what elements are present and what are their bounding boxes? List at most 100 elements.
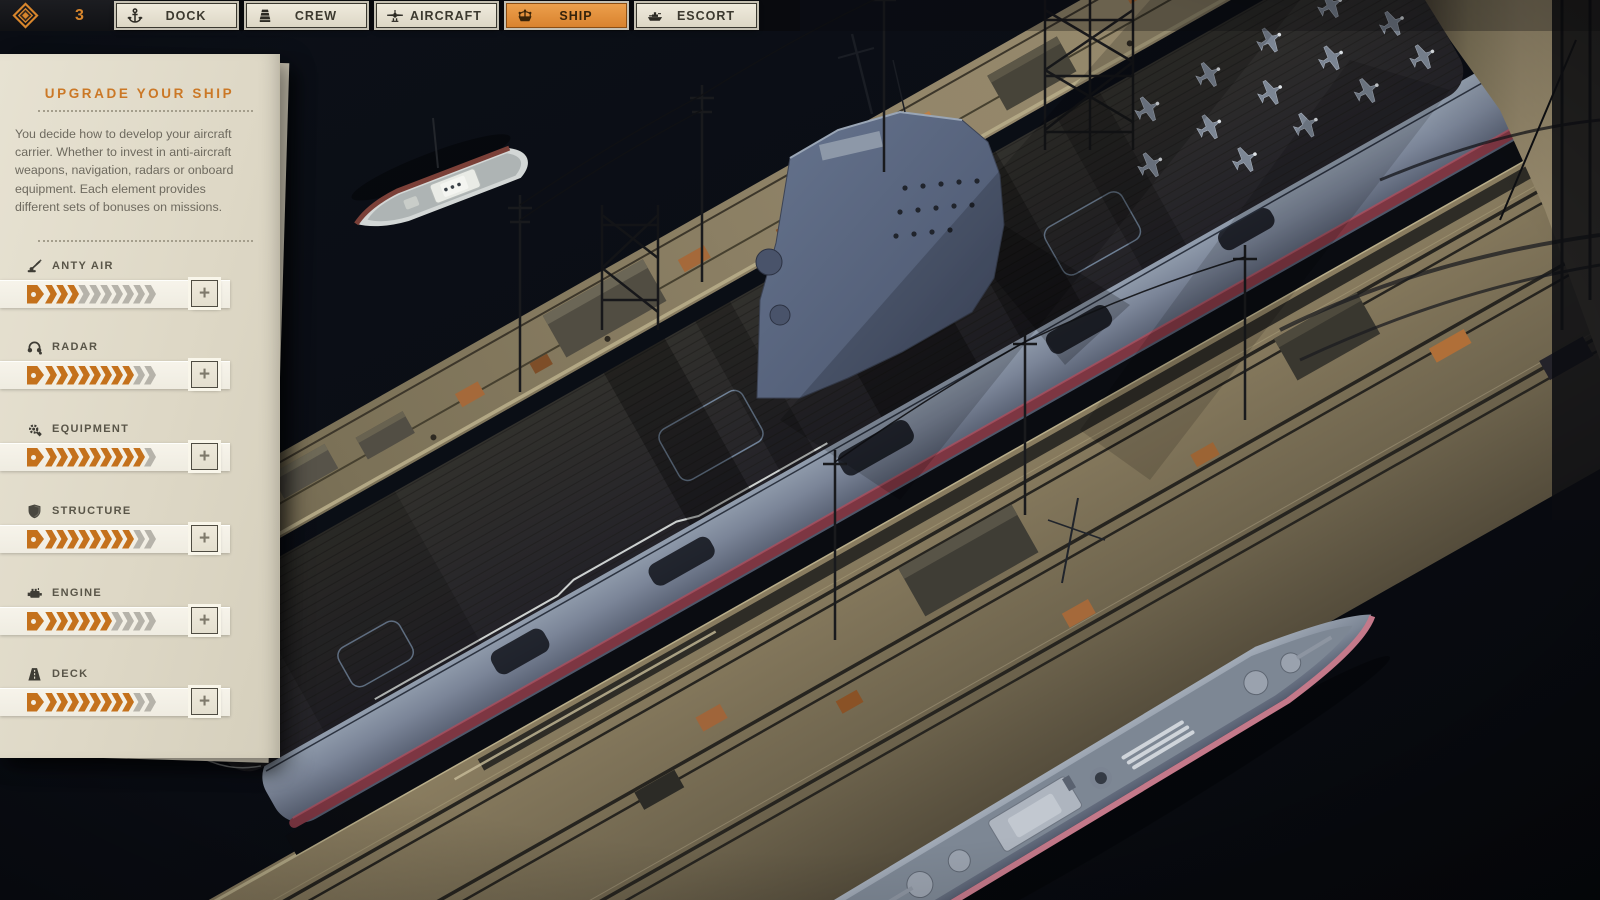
upgrade-deck-plus-button[interactable]: + bbox=[191, 688, 218, 715]
upgrade-row-structure: STRUCTURE + bbox=[0, 502, 279, 553]
game-logo-diamond-icon bbox=[12, 2, 39, 29]
chevron-empty bbox=[133, 285, 145, 304]
upgrade-panel: UPGRADE YOUR SHIP You decide how to deve… bbox=[0, 54, 280, 758]
chevron-filled bbox=[78, 448, 90, 467]
upgrade-radar-plus-button[interactable]: + bbox=[191, 361, 218, 388]
chevron-filled bbox=[45, 448, 57, 467]
tab-crew[interactable]: CREW bbox=[246, 3, 367, 28]
tab-ship[interactable]: SHIP bbox=[506, 3, 627, 28]
chevron-filled bbox=[89, 612, 101, 631]
panel-title: UPGRADE YOUR SHIP bbox=[0, 54, 279, 101]
chevron-empty bbox=[133, 693, 145, 712]
panel-description: You decide how to develop your aircraft … bbox=[15, 125, 249, 216]
chevron-filled bbox=[111, 448, 123, 467]
chevron-filled bbox=[111, 366, 123, 385]
level-chevrons bbox=[46, 612, 156, 631]
chevron-filled bbox=[100, 693, 112, 712]
escort-warship-icon bbox=[646, 7, 664, 25]
divider bbox=[38, 240, 253, 242]
runway-deck-icon bbox=[26, 666, 43, 683]
level-chevrons bbox=[46, 448, 156, 467]
chevron-filled bbox=[45, 366, 57, 385]
chevron-filled bbox=[45, 285, 57, 304]
chevron-filled bbox=[56, 366, 68, 385]
upgrade-row-anty-air: ANTY AIR + bbox=[0, 257, 279, 308]
anti-air-gun-icon bbox=[26, 258, 43, 275]
chevron-filled bbox=[67, 612, 79, 631]
divider bbox=[38, 110, 253, 112]
upgrade-row-engine: ENGINE + bbox=[0, 584, 279, 635]
tab-crew-label: CREW bbox=[274, 9, 358, 23]
upgrade-row-equipment: EQUIPMENT + bbox=[0, 420, 279, 471]
upgrade-structure-plus-button[interactable]: + bbox=[191, 525, 218, 552]
tab-dock-label: DOCK bbox=[144, 9, 228, 23]
upgrade-label: RADAR bbox=[52, 341, 98, 353]
chevron-filled bbox=[133, 448, 145, 467]
upgrade-label: ENGINE bbox=[52, 587, 102, 599]
chevron-empty bbox=[133, 530, 145, 549]
upgrade-bar: + bbox=[0, 525, 230, 553]
tab-aircraft-label: AIRCRAFT bbox=[404, 9, 488, 23]
upgrade-bar: + bbox=[0, 688, 230, 716]
level-badge bbox=[27, 366, 44, 385]
upgrade-bar: + bbox=[0, 280, 230, 308]
top-hud: 3 DOCK CREW bbox=[0, 0, 1600, 31]
level-badge bbox=[27, 530, 44, 549]
upgrade-equipment-plus-button[interactable]: + bbox=[191, 443, 218, 470]
chevron-filled bbox=[78, 693, 90, 712]
gear-wrench-icon bbox=[26, 421, 43, 438]
chevron-filled bbox=[56, 693, 68, 712]
chevron-filled bbox=[100, 448, 112, 467]
chevron-empty bbox=[133, 366, 145, 385]
chevron-filled bbox=[45, 612, 57, 631]
upgrade-engine-plus-button[interactable]: + bbox=[191, 607, 218, 634]
chevron-filled bbox=[45, 693, 57, 712]
chevron-empty bbox=[122, 285, 134, 304]
ship-crane-icon bbox=[516, 7, 534, 25]
level-badge bbox=[27, 285, 44, 304]
chevron-filled bbox=[78, 612, 90, 631]
chevron-filled bbox=[122, 448, 134, 467]
chevron-filled bbox=[111, 530, 123, 549]
chevron-empty bbox=[144, 285, 156, 304]
chevron-empty bbox=[144, 366, 156, 385]
chevron-filled bbox=[89, 366, 101, 385]
chevron-filled bbox=[122, 693, 134, 712]
chevron-filled bbox=[56, 285, 68, 304]
chevron-filled bbox=[78, 530, 90, 549]
chevron-filled bbox=[56, 612, 68, 631]
chevron-empty bbox=[111, 285, 123, 304]
aircraft-icon bbox=[386, 7, 404, 25]
chevron-filled bbox=[111, 693, 123, 712]
chevron-empty bbox=[78, 285, 90, 304]
upgrade-anty-air-plus-button[interactable]: + bbox=[191, 280, 218, 307]
game-screen: 3 DOCK CREW bbox=[0, 0, 1600, 900]
chevron-empty bbox=[133, 612, 145, 631]
chevron-filled bbox=[89, 530, 101, 549]
chevron-filled bbox=[67, 530, 79, 549]
level-badge bbox=[27, 612, 44, 631]
chevron-empty bbox=[144, 693, 156, 712]
tab-dock[interactable]: DOCK bbox=[116, 3, 237, 28]
chevron-filled bbox=[67, 693, 79, 712]
upgrade-label: EQUIPMENT bbox=[52, 423, 129, 435]
shield-icon bbox=[26, 503, 43, 520]
chevron-empty bbox=[144, 448, 156, 467]
level-chevrons bbox=[46, 366, 156, 385]
engine-icon bbox=[26, 585, 43, 602]
tab-aircraft[interactable]: AIRCRAFT bbox=[376, 3, 497, 28]
chevron-empty bbox=[122, 612, 134, 631]
tab-escort[interactable]: ESCORT bbox=[636, 3, 757, 28]
chevron-empty bbox=[144, 530, 156, 549]
level-badge bbox=[27, 693, 44, 712]
level-badge bbox=[27, 448, 44, 467]
chevron-filled bbox=[67, 366, 79, 385]
level-chevrons bbox=[46, 285, 156, 304]
chevron-filled bbox=[100, 366, 112, 385]
upgrade-bar: + bbox=[0, 361, 230, 389]
chevron-empty bbox=[100, 285, 112, 304]
chevron-filled bbox=[100, 612, 112, 631]
upgrade-bar: + bbox=[0, 607, 230, 635]
crew-cap-icon bbox=[256, 7, 274, 25]
chevron-filled bbox=[89, 693, 101, 712]
